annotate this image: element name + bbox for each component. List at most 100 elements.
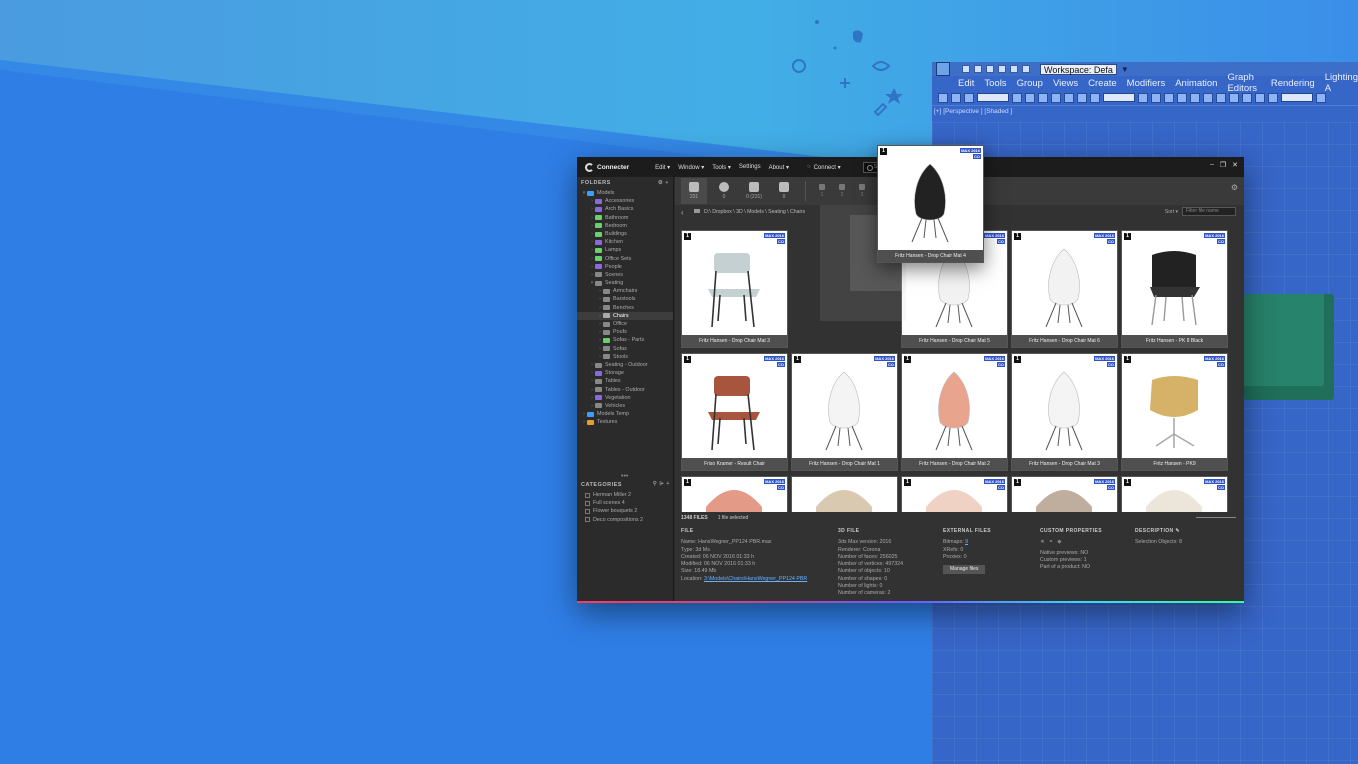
rotate-icon[interactable] [1077, 92, 1087, 103]
menu-about[interactable]: About ▾ [769, 164, 789, 171]
folder-item[interactable]: › Storage [577, 369, 673, 377]
folder-item[interactable]: › People [577, 263, 673, 271]
edit-pencil-icon[interactable]: ✎ [1175, 528, 1180, 534]
file-card[interactable]: 1 MAX 2016 CO Friso Kramer - Result Chair [681, 353, 788, 471]
max-menu-views[interactable]: Views [1053, 78, 1078, 89]
file-card[interactable]: 1 MAX 2016 CO [901, 476, 1008, 512]
folder-item[interactable]: › Tables - Outdoor [577, 386, 673, 394]
max-menu-edit[interactable]: Edit [958, 78, 974, 89]
close-icon[interactable]: ✕ [1232, 161, 1238, 169]
redo-icon[interactable] [1010, 65, 1018, 73]
project-icon[interactable] [1022, 65, 1030, 73]
folder-item[interactable]: › Seating - Outdoor [577, 361, 673, 369]
window-crossing-icon[interactable] [1051, 92, 1061, 103]
render-setup-icon[interactable] [1268, 92, 1278, 103]
minimize-icon[interactable]: – [1210, 161, 1214, 169]
folder-item[interactable]: › Kitchen [577, 238, 673, 246]
folder-item[interactable]: ▾ Seating [577, 279, 673, 287]
workspace-dropdown[interactable]: Workspace: Defa [1040, 63, 1117, 75]
link-icon[interactable] [938, 92, 948, 103]
checkbox[interactable] [585, 508, 590, 514]
mirror-icon[interactable] [1190, 92, 1200, 103]
max-menu-create[interactable]: Create [1088, 78, 1117, 89]
folder-item[interactable]: › Bedroom [577, 222, 673, 230]
file-card[interactable]: 1 MAX 2016CO Fritz Hansen - Drop Chair Mat… [1011, 353, 1118, 471]
curve-editor-icon[interactable] [1229, 92, 1239, 103]
filter-icon[interactable]: ⩥ [659, 481, 664, 487]
select-by-name-icon[interactable] [1025, 92, 1035, 103]
bitmaps-link[interactable]: 9 [965, 539, 968, 545]
layer-icon[interactable] [1216, 92, 1226, 103]
folder-item[interactable]: › Vegetation [577, 394, 673, 402]
category-item[interactable]: Full scenes 4 [577, 499, 674, 507]
folder-item[interactable]: › Stools [577, 353, 673, 361]
folder-item[interactable]: › Sofas [577, 345, 673, 353]
folder-item[interactable]: ▾ Models [577, 189, 673, 197]
category-item[interactable]: Deco compositions 2 [577, 516, 674, 524]
max-menu-lighting[interactable]: Lighting A [1325, 72, 1358, 94]
folder-item[interactable]: › Armchairs [577, 287, 673, 295]
folder-item[interactable]: › Buildings [577, 230, 673, 238]
schematic-icon[interactable] [1242, 92, 1252, 103]
folder-item[interactable]: › Vehicles [577, 402, 673, 410]
file-card[interactable]: 1 MAX 2016CO Fritz Hansen - Drop Chair Mat… [681, 230, 788, 348]
max-menu-animation[interactable]: Animation [1175, 78, 1217, 89]
unlink-icon[interactable] [951, 92, 961, 103]
move-icon[interactable] [1064, 92, 1074, 103]
folder-item[interactable]: › Barstools [577, 295, 673, 303]
category-item[interactable]: Flower bouquets 2 [577, 507, 674, 515]
snap-icon[interactable] [1151, 92, 1161, 103]
folder-item[interactable]: › Tables [577, 377, 673, 385]
chevron-down-icon[interactable]: ▼ [1121, 65, 1129, 74]
pivot-icon[interactable] [1138, 92, 1148, 103]
folder-item[interactable]: › Arch Basics [577, 205, 673, 213]
add-category-icon[interactable]: + [666, 481, 670, 487]
file-type-tab[interactable]: 0 (231) [741, 178, 767, 204]
secondary-tab[interactable]: 1 [814, 178, 830, 204]
file-card[interactable]: 1 MAX 2016 CO Fritz Hansen - PK 8 Black [1121, 230, 1228, 348]
percent-snap-icon[interactable] [1177, 92, 1187, 103]
folder-item[interactable]: › Textures [577, 418, 673, 426]
scale-icon[interactable] [1090, 92, 1100, 103]
folder-item[interactable]: › Sofas - Parts [577, 336, 673, 344]
max-menu-modifiers[interactable]: Modifiers [1127, 78, 1166, 89]
file-type-tab[interactable]: 0 [771, 178, 797, 204]
file-card[interactable]: 1 MAX 2016 CO [1121, 476, 1228, 512]
checkbox[interactable] [585, 517, 590, 523]
selection-filter-dropdown[interactable] [977, 93, 1009, 102]
tag-icon[interactable]: ◆ [1057, 539, 1061, 546]
folder-item[interactable]: › Chairs [577, 311, 673, 320]
back-arrow-icon[interactable]: ‹ [681, 208, 684, 217]
location-link[interactable]: 3:\Models\Chairs\HansWegner_PP124 PBR [704, 576, 807, 582]
bind-icon[interactable] [964, 92, 974, 103]
file-type-tab[interactable]: 0 [711, 178, 737, 204]
align-icon[interactable] [1203, 92, 1213, 103]
checkbox[interactable] [585, 492, 590, 498]
folder-item[interactable]: › Scenes [577, 271, 673, 279]
angle-snap-icon[interactable] [1164, 92, 1174, 103]
max-menu-rendering[interactable]: Rendering [1271, 78, 1315, 89]
filter-input[interactable]: Filter file name [1182, 207, 1236, 216]
new-file-icon[interactable] [962, 65, 970, 73]
folder-item[interactable]: › Models Temp [577, 410, 673, 418]
manage-files-button[interactable]: Manage files [943, 565, 986, 575]
folder-item[interactable]: › Accessories [577, 197, 673, 205]
maximize-icon[interactable]: ❐ [1220, 161, 1226, 169]
save-file-icon[interactable] [986, 65, 994, 73]
category-item[interactable]: Herman Miller 2 [577, 491, 674, 499]
named-selection-dropdown[interactable] [1281, 93, 1313, 102]
file-card[interactable]: 1 MAX 2016 CO Fritz Hansen - PK9 [1121, 353, 1228, 471]
menu-window[interactable]: Window ▾ [678, 164, 704, 171]
rect-select-icon[interactable] [1038, 92, 1048, 103]
folder-item[interactable]: › Office [577, 320, 673, 328]
folder-item[interactable]: › Bathroom [577, 214, 673, 222]
dragged-preview-card[interactable]: 1 MAX 2016 CO Fritz Hansen - Drop Chair … [877, 145, 984, 263]
connect-button[interactable]: ○ Connect ▾ [807, 164, 841, 171]
sort-dropdown[interactable]: Sort ▾ [1165, 209, 1178, 215]
checkbox[interactable] [585, 500, 590, 506]
file-card[interactable]: 1 MAX 2016CO Fritz Hansen - Drop Chair Mat… [901, 353, 1008, 471]
file-card[interactable]: 1 MAX 2016 CO [1011, 476, 1118, 512]
thumbnail-size-slider[interactable] [1196, 517, 1236, 518]
undo-icon[interactable] [998, 65, 1006, 73]
menu-tools[interactable]: Tools ▾ [712, 164, 731, 171]
